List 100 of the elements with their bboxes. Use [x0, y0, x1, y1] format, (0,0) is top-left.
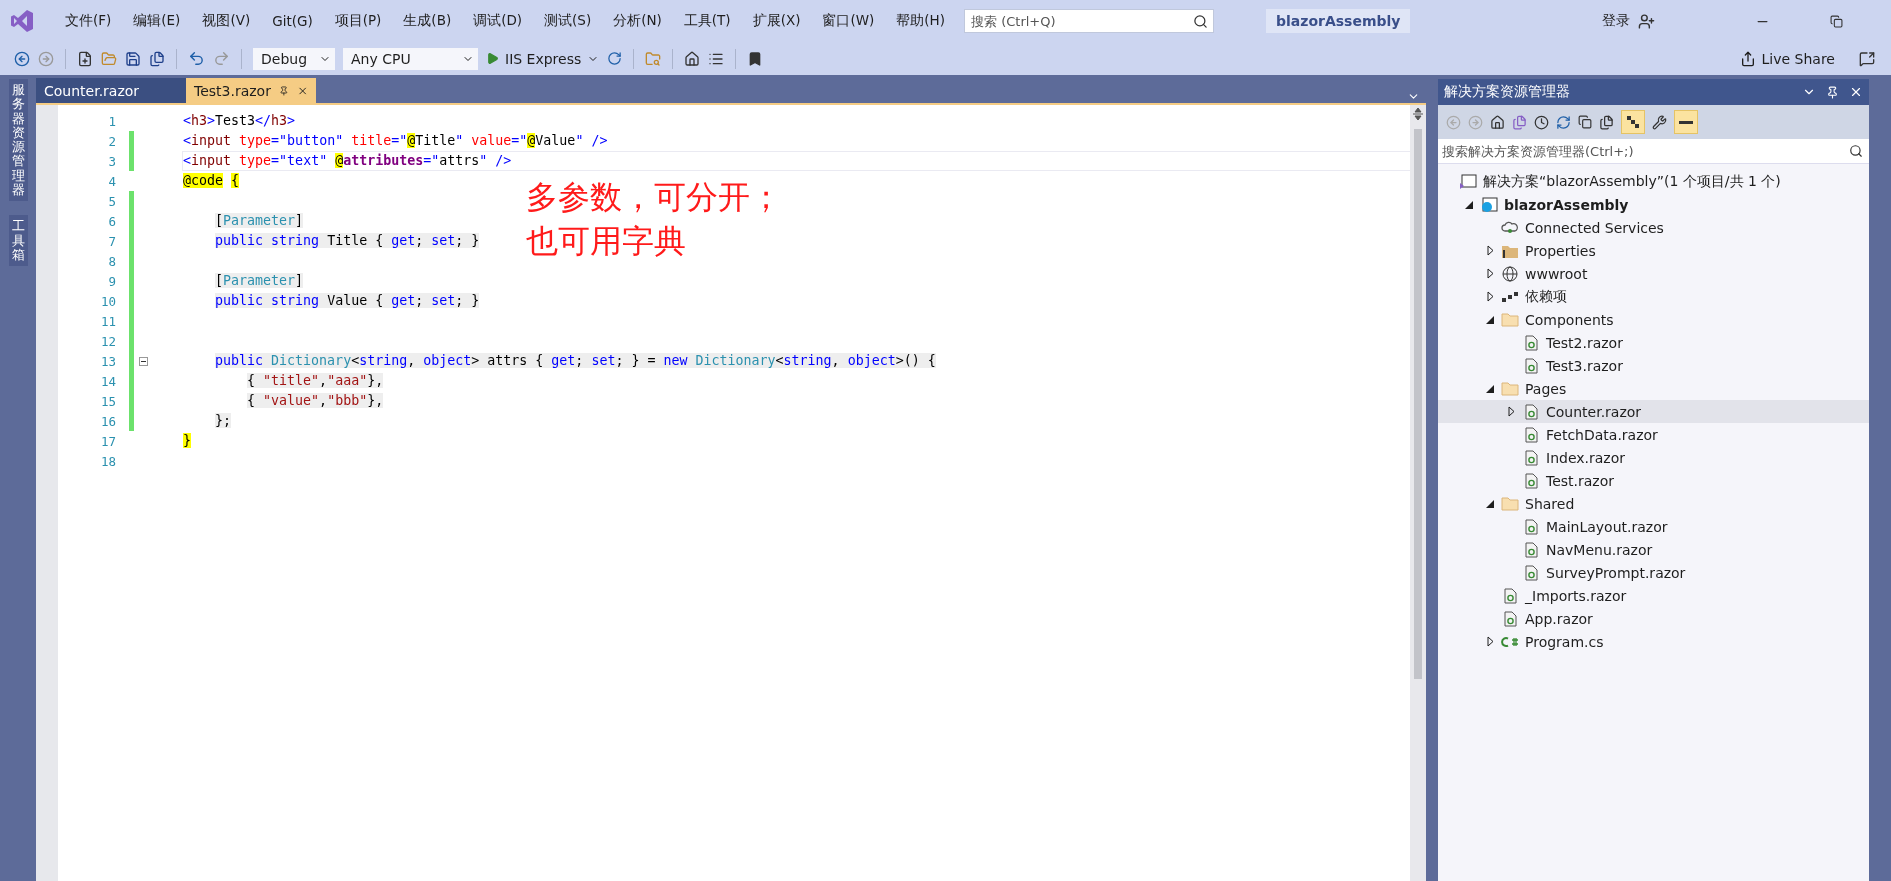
tree-item[interactable]: blazorAssembly: [1438, 193, 1869, 216]
line-number: 17: [99, 433, 116, 449]
preview-toggle[interactable]: [1674, 110, 1698, 134]
collapsed-arrow-icon[interactable]: [1486, 268, 1494, 279]
tree-item[interactable]: MainLayout.razor: [1438, 515, 1869, 538]
line-number: 7: [107, 233, 116, 249]
tree-item[interactable]: SurveyPrompt.razor: [1438, 561, 1869, 584]
collapsed-arrow-icon[interactable]: [1486, 636, 1494, 647]
refresh-icon[interactable]: [607, 51, 623, 66]
menu-item[interactable]: 生成(B): [392, 12, 463, 30]
new-item-icon[interactable]: [77, 50, 93, 67]
tree-item[interactable]: Pages: [1438, 377, 1869, 400]
document-tab[interactable]: Counter.razor: [36, 78, 186, 103]
solution-views-icon[interactable]: [1512, 114, 1527, 130]
save-all-icon[interactable]: [149, 50, 165, 67]
code-line: <h3>Test3</h3>: [183, 113, 296, 129]
pin-icon[interactable]: [1826, 85, 1839, 99]
line-number: 2: [107, 133, 116, 149]
menu-item[interactable]: 编辑(E): [122, 12, 192, 30]
folder-icon: [1501, 312, 1519, 327]
platform-dropdown[interactable]: Any CPU: [343, 47, 478, 70]
split-icon[interactable]: [1413, 108, 1423, 120]
line-number: 1: [107, 113, 116, 129]
tree-item[interactable]: Connected Services: [1438, 216, 1869, 239]
menu-item[interactable]: 工具(T): [672, 12, 742, 30]
menu-item[interactable]: Git(G): [261, 13, 324, 29]
solution-search-field[interactable]: 搜索解决方案资源管理器(Ctrl+;): [1438, 139, 1869, 164]
tree-item[interactable]: Test3.razor: [1438, 354, 1869, 377]
save-icon[interactable]: [125, 50, 141, 67]
run-button[interactable]: IIS Express: [486, 50, 600, 67]
add-user-icon[interactable]: [1638, 12, 1655, 30]
tool-window-tab[interactable]: 服务器资源管理器: [8, 79, 28, 202]
cloud-icon: [1501, 219, 1519, 236]
live-share-button[interactable]: Live Share: [1739, 50, 1835, 67]
tree-item[interactable]: Components: [1438, 308, 1869, 331]
panel-title: 解决方案资源管理器: [1444, 83, 1571, 101]
expanded-arrow-icon[interactable]: [1486, 499, 1494, 508]
menu-item[interactable]: 项目(P): [323, 12, 393, 30]
configuration-dropdown[interactable]: Debug: [253, 47, 335, 70]
expanded-arrow-icon[interactable]: [1486, 384, 1494, 393]
show-all-files-icon[interactable]: [1599, 114, 1614, 130]
tree-item[interactable]: Test2.razor: [1438, 331, 1869, 354]
collapsed-arrow-icon[interactable]: [1507, 406, 1515, 417]
tree-item[interactable]: _Imports.razor: [1438, 584, 1869, 607]
tree-item[interactable]: 依赖项: [1438, 285, 1869, 308]
menu-item[interactable]: 帮助(H): [885, 12, 956, 30]
web-project-icon: [1480, 196, 1498, 213]
sync-icon[interactable]: [1556, 114, 1571, 130]
home-icon[interactable]: [684, 50, 701, 67]
tree-item[interactable]: Shared: [1438, 492, 1869, 515]
collapse-icon[interactable]: [138, 356, 148, 366]
tool-window-tab[interactable]: 工具箱: [8, 215, 28, 267]
pending-changes-icon[interactable]: [1534, 114, 1549, 130]
bar-icon: [1679, 119, 1693, 125]
tree-item[interactable]: App.razor: [1438, 607, 1869, 630]
razor-file-icon: [1503, 610, 1517, 627]
tree-item[interactable]: FetchData.razor: [1438, 423, 1869, 446]
search-icon[interactable]: [1193, 14, 1208, 29]
menu-item[interactable]: 扩展(X): [741, 12, 812, 30]
menu-item[interactable]: 测试(S): [533, 12, 603, 30]
expanded-arrow-icon[interactable]: [1486, 315, 1494, 324]
expanded-arrow-icon[interactable]: [1465, 200, 1473, 209]
feedback-icon[interactable]: [1859, 50, 1875, 67]
tree-view-toggle[interactable]: [1621, 110, 1645, 134]
document-tab[interactable]: Test3.razor: [186, 78, 316, 103]
search-field[interactable]: 搜索 (Ctrl+Q): [964, 9, 1214, 33]
close-icon[interactable]: [1849, 85, 1863, 99]
menu-item[interactable]: 文件(F): [54, 12, 123, 30]
line-number: 11: [99, 313, 116, 329]
line-number: 6: [107, 213, 116, 229]
annotation-text: 也可用字典: [526, 221, 687, 262]
razor-file-icon: [1524, 541, 1538, 558]
line-number: 5: [107, 193, 116, 209]
menu-item[interactable]: 窗口(W): [811, 12, 886, 30]
tree-item[interactable]: Counter.razor: [1438, 400, 1869, 423]
tree-item[interactable]: Test.razor: [1438, 469, 1869, 492]
collapsed-arrow-icon[interactable]: [1486, 245, 1494, 256]
collapsed-arrow-icon[interactable]: [1486, 291, 1494, 302]
tree-item[interactable]: Properties: [1438, 239, 1869, 262]
tree-item[interactable]: Program.cs: [1438, 630, 1869, 653]
properties-icon[interactable]: [1652, 114, 1667, 130]
sign-in-link[interactable]: 登录: [1602, 12, 1630, 30]
search-icon[interactable]: [1849, 144, 1863, 158]
menu-item[interactable]: 视图(V): [191, 12, 262, 30]
menu-item[interactable]: 调试(D): [462, 12, 534, 30]
pin-icon[interactable]: [278, 84, 289, 97]
tree-item[interactable]: wwwroot: [1438, 262, 1869, 285]
back-icon[interactable]: [14, 50, 30, 67]
collapse-all-icon[interactable]: [1578, 115, 1592, 129]
tree-item[interactable]: NavMenu.razor: [1438, 538, 1869, 561]
tree-item[interactable]: Index.razor: [1438, 446, 1869, 469]
menu-item[interactable]: 分析(N): [602, 12, 673, 30]
home-icon[interactable]: [1490, 114, 1505, 130]
app-logo-icon: [10, 9, 34, 33]
restore-icon[interactable]: [1830, 14, 1843, 28]
tree-item[interactable]: 解决方案“blazorAssembly”(1 个项目/共 1 个): [1438, 170, 1869, 193]
vertical-scrollbar[interactable]: [1410, 105, 1426, 881]
globe-icon: [1502, 265, 1518, 282]
undo-icon[interactable]: [188, 50, 205, 67]
folder-icon: [1501, 496, 1519, 511]
